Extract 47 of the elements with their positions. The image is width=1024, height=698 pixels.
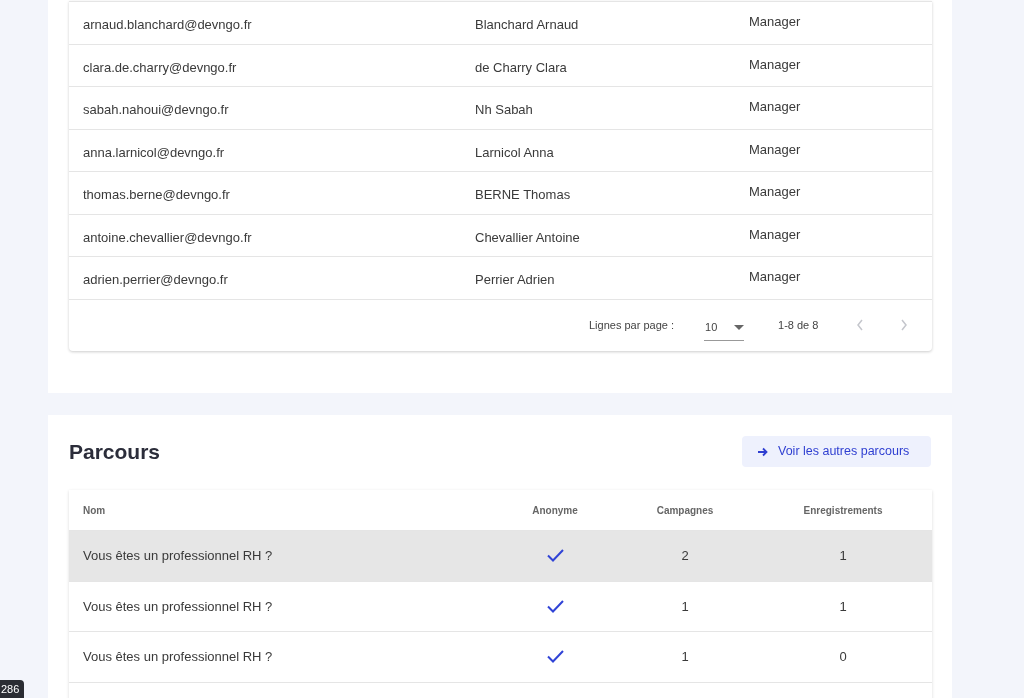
recordings-cell-text: 0: [838, 648, 848, 666]
section-title: Parcours: [69, 438, 161, 465]
caret-icon: [734, 325, 744, 330]
name-cell-text: Blanchard Arnaud: [475, 16, 580, 34]
table-row[interactable]: Vous êtes un professionnel RH ? 2 1: [69, 531, 932, 582]
name-cell-text: Larnicol Anna: [475, 143, 555, 162]
table-row[interactable]: Vous êtes un professionnel RH ? 1 1: [69, 581, 932, 632]
name-cell-text: Vous êtes un professionnel RH ?: [82, 648, 274, 666]
email-cell-text: clara.de.charry@devngo.fr: [82, 58, 238, 77]
recordings-cell-text: 1: [838, 547, 848, 565]
corner-badge: 286: [0, 680, 25, 698]
name-cell-text: BERNE Thomas: [475, 186, 572, 204]
rows-per-page-label: Lignes par page :: [589, 317, 674, 333]
name-cell-text: Vous êtes un professionnel RH ?: [82, 597, 274, 616]
role-cell-text: Manager: [749, 13, 801, 31]
name-cell-text: Perrier Adrien: [475, 271, 556, 289]
column-header: Nom: [82, 503, 107, 518]
campaigns-cell-text: 1: [680, 597, 690, 616]
column-header: Enregistrements: [802, 503, 884, 518]
see-more-button[interactable]: Voir les autres parcours: [742, 436, 931, 467]
campaigns-cell-text: 1: [680, 648, 690, 666]
column-header: Campagnes: [655, 503, 715, 518]
role-cell-text: Manager: [749, 225, 801, 244]
email-cell-text: thomas.berne@devngo.fr: [82, 186, 231, 204]
column-header: Anonyme: [531, 503, 579, 518]
email-cell-text: anna.larnicol@devngo.fr: [82, 143, 226, 162]
chevron-left-icon: [856, 319, 865, 331]
table-row[interactable]: Vous êtes un professionnel RH ? 1 0: [69, 632, 932, 683]
recordings-cell-text: 1: [838, 597, 848, 616]
role-cell-text: Manager: [749, 140, 801, 159]
role-cell-text: Manager: [749, 98, 801, 116]
campaigns-cell-text: 2: [680, 547, 690, 565]
name-cell-text: de Charry Clara: [475, 58, 568, 77]
email-cell-text: sabah.nahoui@devngo.fr: [82, 101, 230, 119]
role-cell-text: Manager: [749, 183, 801, 201]
email-cell-text: antoine.chevallier@devngo.fr: [82, 228, 253, 247]
role-cell-text: Manager: [749, 55, 801, 74]
page-range: 1-8 de 8: [778, 317, 819, 333]
name-cell-text: Vous êtes un professionnel RH ?: [82, 547, 274, 565]
chevron-right-icon: [900, 319, 909, 331]
email-cell-text: arnaud.blanchard@devngo.fr: [82, 16, 253, 34]
rows-per-page-select[interactable]: 10: [704, 315, 744, 341]
arrow-right-icon: [758, 446, 768, 457]
name-cell-text: Nh Sabah: [475, 101, 534, 119]
email-cell-text: adrien.perrier@devngo.fr: [82, 271, 229, 289]
name-cell-text: Chevallier Antoine: [475, 228, 581, 247]
role-cell-text: Manager: [749, 268, 801, 286]
